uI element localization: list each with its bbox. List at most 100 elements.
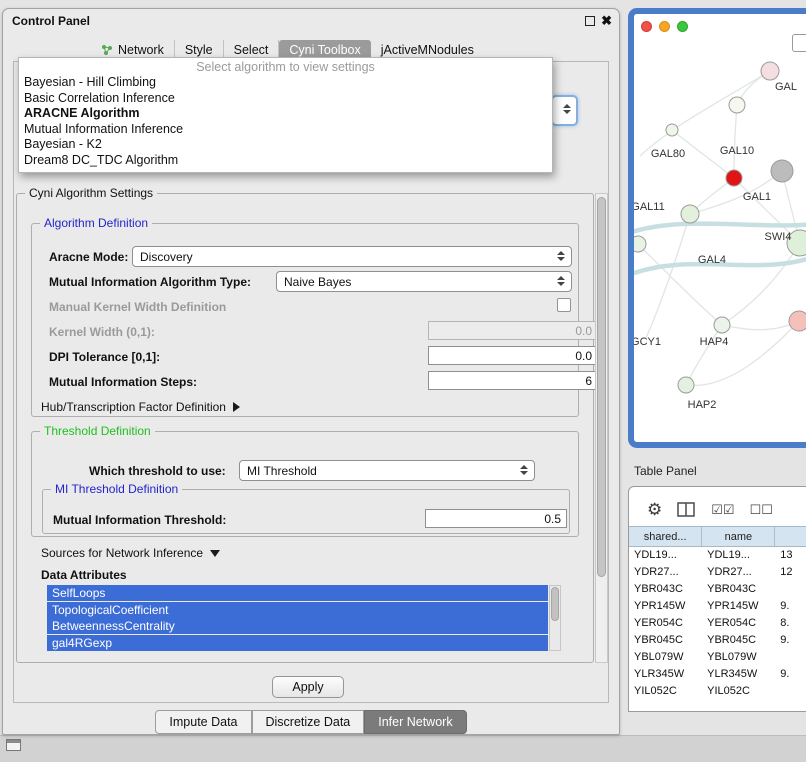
- attribute-list-item[interactable]: TopologicalCoefficient: [47, 602, 548, 618]
- table-row[interactable]: YER054CYER054C8.: [629, 615, 806, 632]
- mac-close-icon[interactable]: [641, 21, 652, 32]
- network-edge[interactable]: [722, 243, 800, 325]
- table-row[interactable]: YDL19...YDL19...13: [629, 547, 806, 564]
- tab-infer-network[interactable]: Infer Network: [364, 710, 466, 734]
- which-threshold-combobox[interactable]: MI Threshold: [239, 460, 535, 481]
- threshold-definition-group: Threshold Definition Which threshold to …: [31, 431, 579, 537]
- combo-arrows-icon: [563, 104, 571, 114]
- attributes-scrollbar-thumb[interactable]: [551, 587, 559, 621]
- column-header[interactable]: [775, 527, 806, 546]
- network-node[interactable]: [714, 317, 730, 333]
- column-header[interactable]: shared...: [629, 527, 702, 546]
- network-node-label: GAL10: [720, 145, 754, 157]
- table-cell: YDL19...: [702, 547, 775, 564]
- table-row[interactable]: YBR043CYBR043C: [629, 581, 806, 598]
- tab-discretize-data[interactable]: Discretize Data: [252, 710, 365, 734]
- hub-section-toggle[interactable]: Hub/Transcription Factor Definition: [41, 400, 240, 414]
- algorithm-dropdown-popup: Select algorithm to view settings Bayesi…: [18, 57, 553, 173]
- network-node[interactable]: [666, 124, 678, 136]
- network-node[interactable]: [729, 97, 745, 113]
- mi-threshold-field[interactable]: 0.5: [425, 509, 567, 528]
- mi-steps-field[interactable]: 6: [428, 371, 598, 390]
- attributes-scrollbar: [549, 585, 561, 651]
- table-row[interactable]: YLR345WYLR345W9.: [629, 666, 806, 683]
- table-cell: [775, 581, 806, 598]
- apply-button[interactable]: Apply: [272, 676, 344, 698]
- manual-kernel-checkbox[interactable]: [557, 298, 571, 312]
- kernel-width-field[interactable]: 0.0: [428, 321, 598, 340]
- network-node[interactable]: [681, 205, 699, 223]
- network-edge[interactable]: [722, 321, 799, 330]
- network-edge[interactable]: [734, 105, 737, 178]
- network-edge[interactable]: [646, 214, 690, 338]
- table-row[interactable]: YDR27...YDR27...12: [629, 564, 806, 581]
- tab-network-label: Network: [118, 43, 164, 57]
- table-cell: YER054C: [702, 615, 775, 632]
- float-window-icon[interactable]: [585, 16, 595, 26]
- network-node[interactable]: [634, 236, 646, 252]
- settings-scrollbar-thumb[interactable]: [597, 197, 606, 577]
- mi-threshold-label: Mutual Information Threshold:: [53, 513, 226, 527]
- tab-impute-data[interactable]: Impute Data: [155, 710, 251, 734]
- manual-kernel-label: Manual Kernel Width Definition: [49, 300, 226, 314]
- dpi-tolerance-field[interactable]: 0.0: [428, 346, 598, 365]
- network-node[interactable]: [761, 62, 779, 80]
- column-header[interactable]: name: [702, 527, 775, 546]
- table-row[interactable]: YBL079WYBL079W: [629, 649, 806, 666]
- algorithm-option[interactable]: Basic Correlation Inference: [19, 91, 552, 107]
- mi-algorithm-type-combobox[interactable]: Naive Bayes: [276, 271, 572, 292]
- close-icon[interactable]: ✖: [601, 13, 612, 29]
- mac-zoom-icon[interactable]: [677, 21, 688, 32]
- network-node[interactable]: [771, 160, 793, 182]
- table-cell: YDR27...: [702, 564, 775, 581]
- deselect-all-boxes-icon[interactable]: ☐☐: [750, 502, 773, 518]
- select-all-checks-icon[interactable]: ☑☑: [711, 502, 734, 518]
- algorithm-option[interactable]: ARACNE Algorithm: [19, 106, 552, 122]
- table-cell: YBR045C: [702, 632, 775, 649]
- aracne-mode-combobox[interactable]: Discovery: [132, 246, 572, 267]
- table-cell: 12: [775, 564, 806, 581]
- table-cell: YBL079W: [702, 649, 775, 666]
- network-edge[interactable]: [686, 325, 722, 385]
- network-node[interactable]: [789, 311, 806, 331]
- table-panel-window: ⚙ ☑☑ ☐☐ shared...name YDL19...YDL19...13…: [628, 486, 806, 712]
- aracne-mode-value: Discovery: [140, 250, 193, 264]
- network-node-label: HAP4: [700, 336, 729, 348]
- bottom-tab-bar: Impute Data Discretize Data Infer Networ…: [3, 710, 619, 734]
- sources-section-toggle[interactable]: Sources for Network Inference: [41, 546, 220, 560]
- table-row[interactable]: YPR145WYPR145W9.: [629, 598, 806, 615]
- attribute-list-item[interactable]: BetweennessCentrality: [47, 618, 548, 634]
- attribute-list-item[interactable]: SelfLoops: [47, 585, 548, 601]
- network-node-label: GAL80: [651, 148, 685, 160]
- algorithm-combobox[interactable]: [551, 95, 578, 126]
- taskbar-strip: [0, 735, 806, 762]
- algorithm-definition-title: Algorithm Definition: [40, 216, 152, 230]
- gear-icon[interactable]: ⚙: [647, 501, 662, 518]
- network-node[interactable]: [726, 170, 742, 186]
- algorithm-option[interactable]: Bayesian - K2: [19, 137, 552, 153]
- network-canvas[interactable]: GALGAL80GAL10GAL11GAL1SWI4GAL4GCY1HAP4HA…: [634, 38, 806, 442]
- network-node-label: GAL: [775, 81, 797, 93]
- algorithm-option[interactable]: Bayesian - Hill Climbing: [19, 75, 552, 91]
- expanded-arrow-icon: [210, 550, 220, 557]
- data-attributes-label: Data Attributes: [41, 568, 127, 582]
- table-row[interactable]: YBR045CYBR045C9.: [629, 632, 806, 649]
- network-node[interactable]: [678, 377, 694, 393]
- dpi-tolerance-label: DPI Tolerance [0,1]:: [49, 350, 160, 364]
- table-row[interactable]: YIL052CYIL052C: [629, 683, 806, 700]
- mac-minimize-icon[interactable]: [659, 21, 670, 32]
- table-cell: YPR145W: [629, 598, 702, 615]
- network-edge[interactable]: [686, 321, 799, 386]
- algorithm-option[interactable]: Mutual Information Inference: [19, 122, 552, 138]
- minimized-panel-icon[interactable]: [6, 739, 21, 751]
- algorithm-option[interactable]: Dream8 DC_TDC Algorithm: [19, 153, 552, 169]
- which-threshold-label: Which threshold to use:: [89, 464, 226, 478]
- network-edge[interactable]: [640, 71, 770, 156]
- attribute-list-item[interactable]: gal4RGexp: [47, 635, 548, 651]
- collapsed-arrow-icon: [233, 402, 240, 412]
- column-chooser-icon[interactable]: [677, 502, 696, 518]
- network-node-label: GAL1: [743, 191, 771, 203]
- network-icon: [101, 44, 113, 56]
- table-cell: YDL19...: [629, 547, 702, 564]
- table-cell: YLR345W: [702, 666, 775, 683]
